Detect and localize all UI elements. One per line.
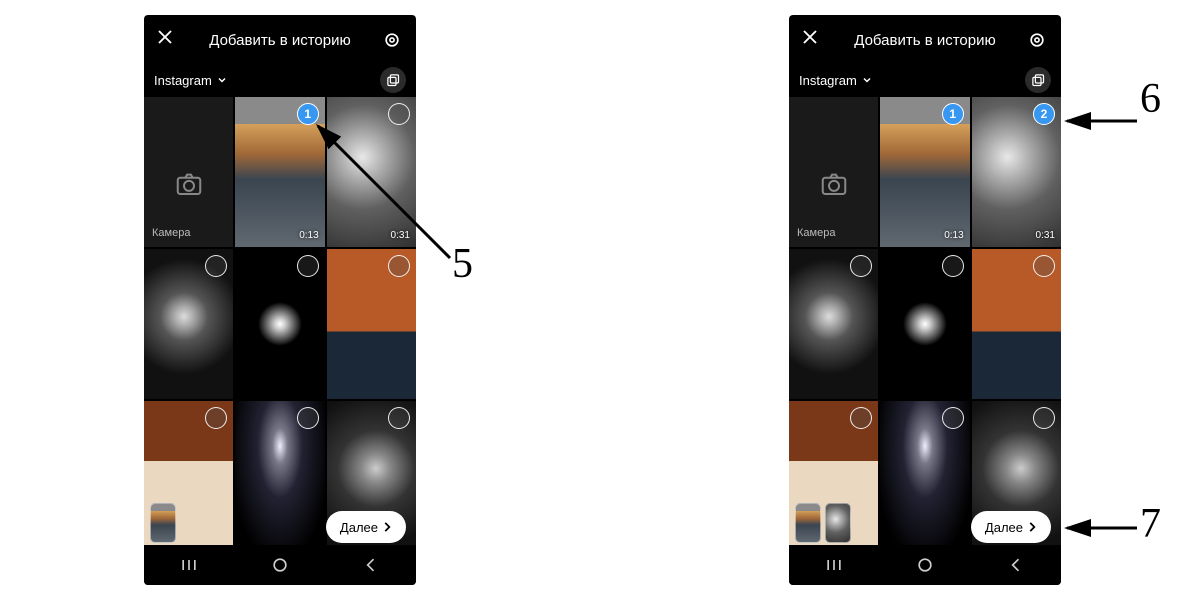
media-tile[interactable] [144,249,233,399]
annotation-6: 6 [1140,75,1161,123]
album-bar: Instagram [789,65,1061,95]
selected-previews [795,503,851,543]
camera-tile[interactable]: Камера [144,97,233,247]
android-navbar [789,545,1061,585]
multi-select-icon [386,73,401,88]
phone-screenshot-right: Добавить в историю Instagram Камера 1 0:… [789,15,1061,585]
album-dropdown[interactable]: Instagram [154,73,228,88]
selection-badge: 2 [1033,103,1055,125]
album-label: Instagram [799,73,857,88]
selected-previews [150,503,176,543]
selection-circle [205,407,227,429]
media-tile[interactable] [235,401,324,551]
nav-back[interactable] [991,555,1041,575]
multi-select-toggle[interactable] [380,67,406,93]
camera-icon [174,169,204,199]
selection-circle [205,255,227,277]
annotation-arrow-5 [310,118,470,278]
preview-thumb[interactable] [150,503,176,543]
video-duration: 0:13 [944,230,963,241]
chevron-right-icon [1025,520,1039,534]
media-tile[interactable]: 2 0:31 [972,97,1061,247]
next-label: Далее [985,520,1023,535]
header-title: Добавить в историю [180,32,380,49]
close-icon[interactable] [156,28,180,52]
media-tile[interactable] [972,249,1061,399]
settings-icon[interactable] [1025,28,1049,52]
media-grid: Камера 1 0:13 2 0:31 [789,95,1061,551]
annotation-arrow-7 [1062,522,1142,534]
selection-circle [942,255,964,277]
video-duration: 0:31 [1036,230,1055,241]
preview-thumb[interactable] [795,503,821,543]
multi-select-toggle[interactable] [1025,67,1051,93]
album-dropdown[interactable]: Instagram [799,73,873,88]
story-header: Добавить в историю [144,15,416,65]
camera-icon [819,169,849,199]
nav-back[interactable] [346,555,396,575]
nav-home[interactable] [900,555,950,575]
next-button[interactable]: Далее [326,511,406,543]
chevron-down-icon [216,74,228,86]
nav-recents[interactable] [164,555,214,575]
preview-thumb[interactable] [825,503,851,543]
annotation-arrow-6 [1062,115,1142,127]
camera-label: Камера [152,227,190,239]
nav-recents[interactable] [809,555,859,575]
android-navbar [144,545,416,585]
media-tile[interactable] [880,249,969,399]
media-tile[interactable] [880,401,969,551]
multi-select-icon [1031,73,1046,88]
camera-tile[interactable]: Камера [789,97,878,247]
phone-screenshot-left: Добавить в историю Instagram Камера 1 0:… [144,15,416,585]
selection-circle [1033,255,1055,277]
chevron-down-icon [861,74,873,86]
selection-circle [297,407,319,429]
settings-icon[interactable] [380,28,404,52]
nav-home[interactable] [255,555,305,575]
album-bar: Instagram [144,65,416,95]
camera-label: Камера [797,227,835,239]
media-tile[interactable]: 1 0:13 [880,97,969,247]
close-icon[interactable] [801,28,825,52]
selection-circle [388,407,410,429]
header-title: Добавить в историю [825,32,1025,49]
selection-circle [850,255,872,277]
story-header: Добавить в историю [789,15,1061,65]
album-label: Instagram [154,73,212,88]
next-button[interactable]: Далее [971,511,1051,543]
selection-badge: 1 [942,103,964,125]
next-label: Далее [340,520,378,535]
selection-circle [850,407,872,429]
media-tile[interactable] [789,249,878,399]
chevron-right-icon [380,520,394,534]
selection-circle [942,407,964,429]
annotation-7: 7 [1140,500,1161,548]
selection-circle [1033,407,1055,429]
